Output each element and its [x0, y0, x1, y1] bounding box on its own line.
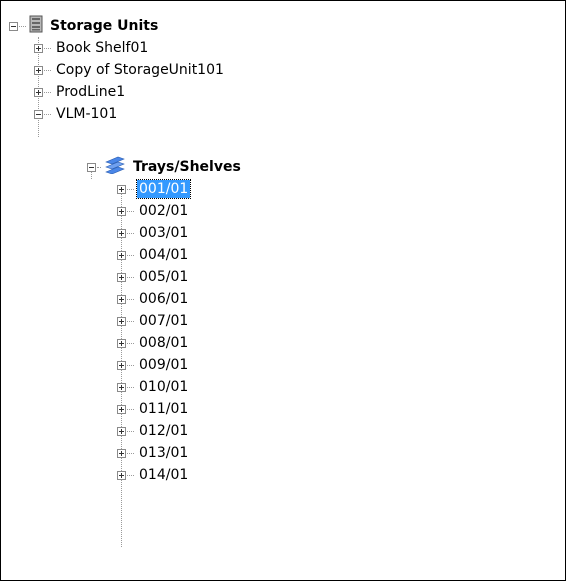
tree-node-root[interactable]: Storage Units [9, 15, 160, 37]
tree-node-label[interactable]: ProdLine1 [54, 83, 127, 101]
tree-node-label[interactable]: Trays/Shelves [131, 158, 243, 176]
tree-node-label[interactable]: Storage Units [48, 17, 160, 35]
tree-node-label[interactable]: 009/01 [137, 356, 190, 374]
expand-toggle-icon[interactable] [117, 448, 126, 458]
expand-toggle-icon[interactable] [117, 206, 126, 216]
expand-toggle-icon[interactable] [117, 404, 126, 414]
tree-panel: Storage Units Book Shelf01 Copy of Stora… [0, 0, 566, 581]
expand-toggle-icon[interactable] [117, 382, 126, 392]
expand-toggle-icon[interactable] [117, 426, 126, 436]
tree-node-tray[interactable]: 001/01 [117, 178, 192, 200]
tree-node-tray[interactable]: 007/01 [117, 310, 190, 332]
tree-node-label[interactable]: 012/01 [137, 422, 190, 440]
expand-toggle-icon[interactable] [117, 316, 126, 326]
expand-toggle-icon[interactable] [117, 184, 126, 194]
tree-node-tray[interactable]: 014/01 [117, 464, 190, 486]
tree-node-tray[interactable]: 013/01 [117, 442, 190, 464]
tree-node-unit[interactable]: ProdLine1 [34, 81, 127, 103]
trays-shelves-icon [104, 156, 126, 178]
tree-node-label[interactable]: 002/01 [137, 202, 190, 220]
collapse-toggle-icon[interactable] [87, 162, 96, 172]
storage-unit-icon [29, 15, 43, 37]
expand-toggle-icon[interactable] [117, 294, 126, 304]
tree-node-trays[interactable]: Trays/Shelves [87, 156, 243, 178]
expand-toggle-icon[interactable] [117, 338, 126, 348]
tree-node-unit[interactable]: Copy of StorageUnit101 [34, 59, 226, 81]
tree-node-label[interactable]: 004/01 [137, 246, 190, 264]
expand-toggle-icon[interactable] [34, 87, 43, 97]
expand-toggle-icon[interactable] [34, 65, 43, 75]
tree-node-label[interactable]: 003/01 [137, 224, 190, 242]
tree-node-label[interactable]: VLM-101 [54, 105, 119, 123]
expand-toggle-icon[interactable] [117, 250, 126, 260]
tree-node-tray[interactable]: 004/01 [117, 244, 190, 266]
collapse-toggle-icon[interactable] [34, 109, 43, 119]
tree-node-label[interactable]: 006/01 [137, 290, 190, 308]
expand-toggle-icon[interactable] [34, 43, 43, 53]
tree-node-label[interactable]: 010/01 [137, 378, 190, 396]
tree-node-tray[interactable]: 008/01 [117, 332, 190, 354]
tree-node-tray[interactable]: 005/01 [117, 266, 190, 288]
tree-node-tray[interactable]: 006/01 [117, 288, 190, 310]
collapse-toggle-icon[interactable] [9, 21, 18, 31]
tree-node-tray[interactable]: 009/01 [117, 354, 190, 376]
tree-node-tray[interactable]: 012/01 [117, 420, 190, 442]
tree-node-label[interactable]: 008/01 [137, 334, 190, 352]
tree-node-tray[interactable]: 002/01 [117, 200, 190, 222]
tree-node-unit[interactable]: Book Shelf01 [34, 37, 150, 59]
tree-node-label[interactable]: 011/01 [137, 400, 190, 418]
tree-node-label[interactable]: 014/01 [137, 466, 190, 484]
tree-node-tray[interactable]: 011/01 [117, 398, 190, 420]
expand-toggle-icon[interactable] [117, 272, 126, 282]
expand-toggle-icon[interactable] [117, 470, 126, 480]
tree-node-tray[interactable]: 003/01 [117, 222, 190, 244]
tree-node-label[interactable]: Copy of StorageUnit101 [54, 61, 226, 79]
tree-node-label[interactable]: 005/01 [137, 268, 190, 286]
tree-node-label[interactable]: Book Shelf01 [54, 39, 150, 57]
expand-toggle-icon[interactable] [117, 360, 126, 370]
tree-node-unit[interactable]: VLM-101 [34, 103, 119, 125]
tree-node-label[interactable]: 007/01 [137, 312, 190, 330]
tree-node-label[interactable]: 013/01 [137, 444, 190, 462]
tree-node-tray[interactable]: 010/01 [117, 376, 190, 398]
tree-node-label-selected[interactable]: 001/01 [135, 179, 192, 199]
expand-toggle-icon[interactable] [117, 228, 126, 238]
